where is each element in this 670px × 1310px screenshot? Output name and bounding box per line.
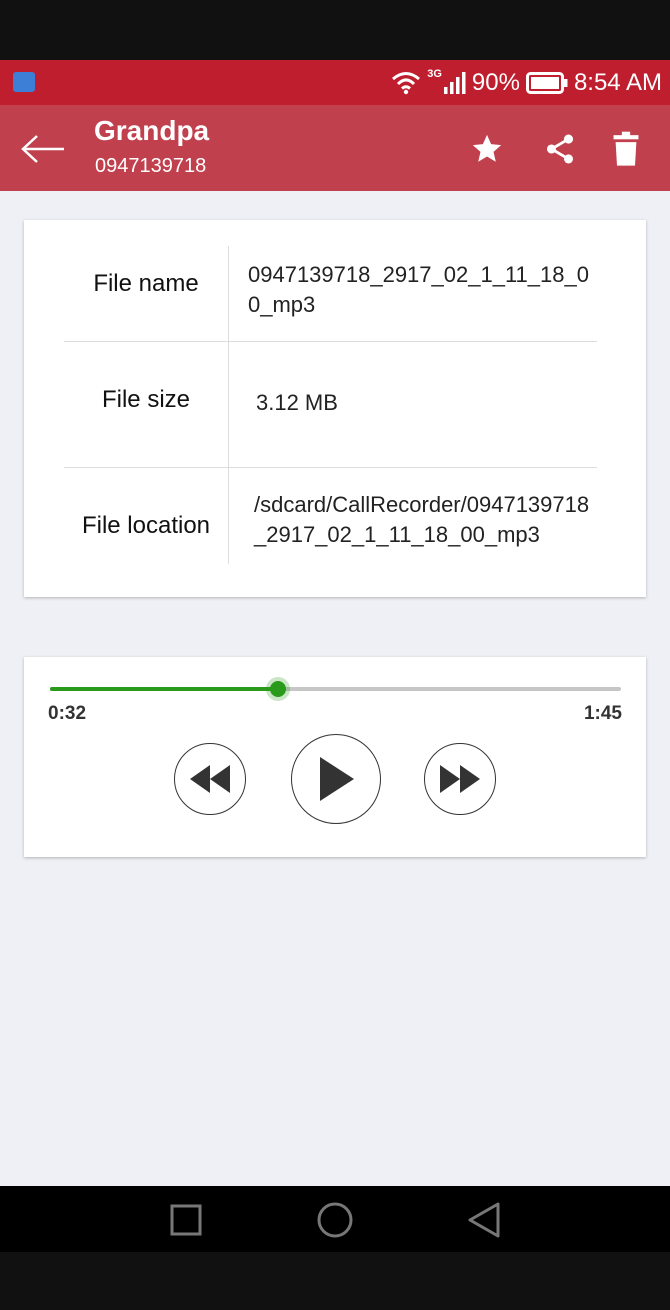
network-type-label: 3G [427,67,442,80]
recents-icon [170,1204,202,1236]
share-icon [546,134,574,164]
rewind-icon [190,765,230,793]
back-button[interactable] [18,127,68,171]
delete-icon [613,131,639,166]
top-inset [0,0,670,60]
back-icon [468,1202,500,1238]
health-app-notification-icon [13,72,35,92]
fast-forward-button[interactable] [424,743,496,815]
share-button[interactable] [538,127,582,171]
favorite-button[interactable] [465,127,509,171]
battery-icon [525,71,568,94]
file-name-label: File name [93,270,199,297]
wifi-icon [392,71,421,94]
back-nav-button[interactable] [464,1200,504,1240]
fast-forward-icon [440,765,480,793]
rewind-button[interactable] [174,743,246,815]
bottom-inset [0,1252,670,1310]
delete-button[interactable] [604,127,648,171]
file-size-value: 3.12 MB [256,390,338,415]
star-icon [472,134,502,162]
battery-percent: 90% [471,68,520,96]
file-location-value: /sdcard/CallRecorder/0947139718_2917_02_… [254,492,590,547]
seek-bar-progress [50,687,279,691]
file-name-value: 0947139718_2917_02_1_11_18_00_mp3 [248,262,589,317]
play-button[interactable] [291,734,381,824]
home-icon [317,1202,353,1238]
audio-player-card: 0:32 1:45 [24,657,646,857]
contact-number: 0947139718 [95,155,207,177]
column-divider [228,246,229,564]
current-time: 0:32 [48,703,87,724]
file-info-card: File name 0947139718_2917_02_1_11_18_00_… [24,220,646,597]
app-bar: Grandpa 0947139718 [0,105,670,191]
back-arrow-icon [21,135,64,163]
total-time: 1:45 [583,703,622,724]
contact-name: Grandpa [94,115,210,146]
signal-icon [443,71,466,94]
file-name-row: File name 0947139718_2917_02_1_11_18_00_… [64,254,597,322]
seek-bar[interactable] [50,677,621,701]
system-nav-bar [0,1186,670,1252]
file-location-row: File location /sdcard/CallRecorder/09471… [64,488,597,558]
file-size-label: File size [101,386,191,413]
status-bar: 3G 90% 8:54 AM [0,60,670,105]
clock: 8:54 AM [573,68,662,96]
content-area: File name 0947139718_2917_02_1_11_18_00_… [0,191,670,1186]
file-size-row: File size 3.12 MB [64,380,597,420]
file-location-label: File location [81,512,211,539]
recents-button[interactable] [166,1200,206,1240]
home-button[interactable] [315,1200,355,1240]
row-divider [64,467,597,468]
status-indicators: 3G 90% 8:54 AM [391,60,662,105]
play-icon [320,757,354,801]
row-divider [64,341,597,342]
